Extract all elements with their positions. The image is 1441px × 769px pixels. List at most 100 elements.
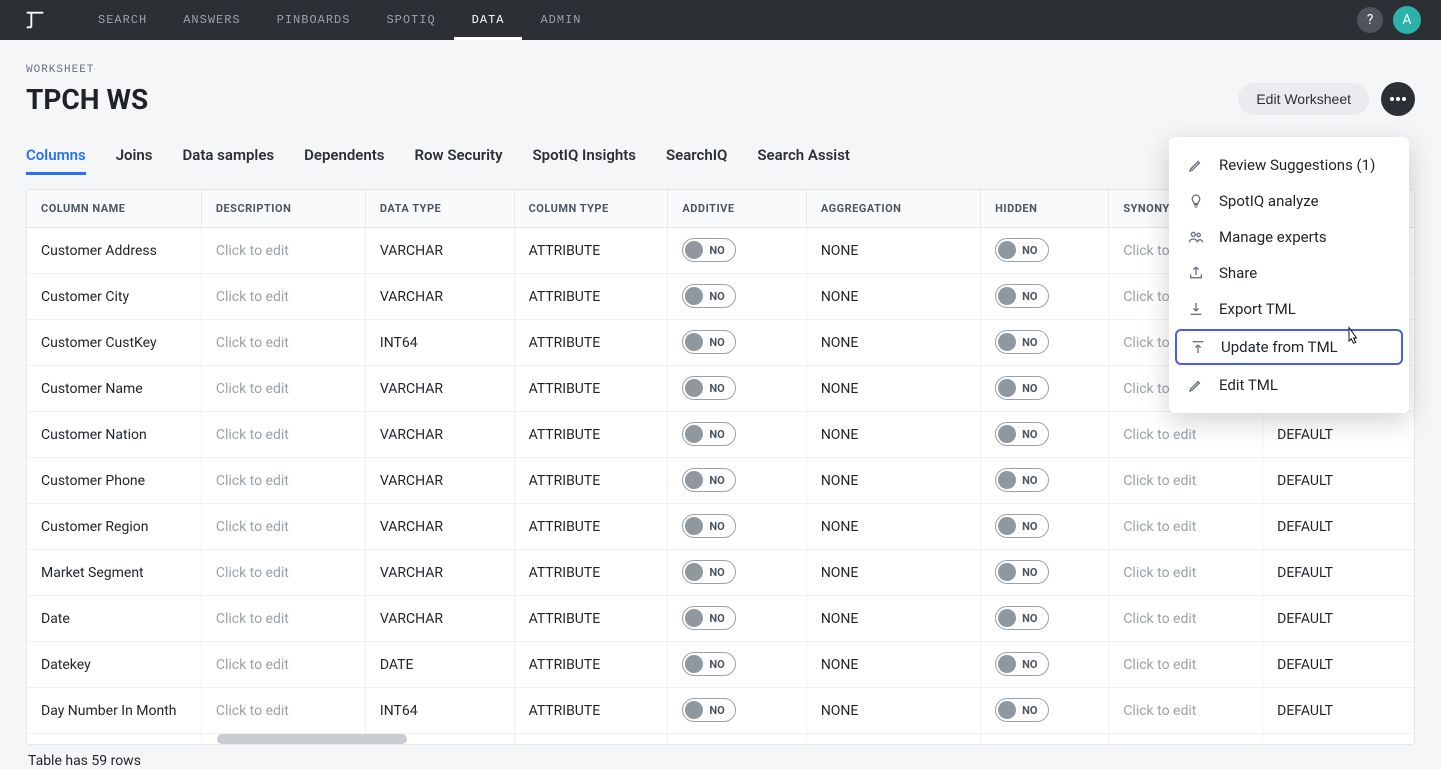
cell[interactable]: NO: [668, 412, 806, 458]
cell[interactable]: VARCHAR: [365, 366, 514, 412]
nav-item-search[interactable]: SEARCH: [80, 0, 165, 40]
cell[interactable]: NO: [668, 596, 806, 642]
cell[interactable]: DEFAULT: [1263, 504, 1415, 550]
nav-item-answers[interactable]: ANSWERS: [165, 0, 258, 40]
editable-cell[interactable]: Click to edit: [1109, 642, 1263, 688]
cell[interactable]: Customer Address: [27, 228, 201, 274]
cell[interactable]: VARCHAR: [365, 504, 514, 550]
hidden-toggle[interactable]: NO: [995, 514, 1048, 538]
cell[interactable]: NONE: [806, 458, 980, 504]
tab-data-samples[interactable]: Data samples: [183, 138, 275, 175]
cell[interactable]: VARCHAR: [365, 228, 514, 274]
menu-item-review-suggestions-1-[interactable]: Review Suggestions (1): [1169, 147, 1409, 183]
cell[interactable]: Customer Nation: [27, 412, 201, 458]
cell[interactable]: DEFAULT: [1263, 734, 1415, 746]
editable-cell[interactable]: Click to edit: [1109, 734, 1263, 746]
cell[interactable]: Day Number In Month: [27, 688, 201, 734]
editable-cell[interactable]: Click to edit: [1109, 504, 1263, 550]
nav-item-spotiq[interactable]: SPOTIQ: [368, 0, 453, 40]
hidden-toggle[interactable]: NO: [995, 744, 1048, 745]
additive-toggle[interactable]: NO: [682, 744, 735, 745]
cell[interactable]: NO: [668, 228, 806, 274]
cell[interactable]: NO: [668, 274, 806, 320]
menu-item-share[interactable]: Share: [1169, 255, 1409, 291]
additive-toggle[interactable]: NO: [682, 698, 735, 722]
cell[interactable]: NONE: [806, 504, 980, 550]
editable-cell[interactable]: Click to edit: [201, 366, 365, 412]
cell[interactable]: Customer City: [27, 274, 201, 320]
cell[interactable]: DEFAULT: [1263, 458, 1415, 504]
column-header[interactable]: HIDDEN: [981, 190, 1109, 228]
cell[interactable]: NONE: [806, 642, 980, 688]
more-actions-button[interactable]: [1381, 82, 1415, 116]
menu-item-spotiq-analyze[interactable]: SpotIQ analyze: [1169, 183, 1409, 219]
cell[interactable]: Customer Region: [27, 504, 201, 550]
cell[interactable]: NO: [668, 458, 806, 504]
column-header[interactable]: AGGREGATION: [806, 190, 980, 228]
horizontal-scrollbar[interactable]: [217, 734, 407, 744]
cell[interactable]: NONE: [806, 734, 980, 746]
cell[interactable]: DATE: [365, 642, 514, 688]
additive-toggle[interactable]: NO: [682, 284, 735, 308]
cell[interactable]: NO: [981, 274, 1109, 320]
edit-worksheet-button[interactable]: Edit Worksheet: [1238, 83, 1369, 115]
hidden-toggle[interactable]: NO: [995, 238, 1048, 262]
tab-dependents[interactable]: Dependents: [304, 138, 384, 175]
cell[interactable]: NO: [981, 642, 1109, 688]
cell[interactable]: NONE: [806, 412, 980, 458]
additive-toggle[interactable]: NO: [682, 514, 735, 538]
cell[interactable]: VARCHAR: [365, 458, 514, 504]
editable-cell[interactable]: Click to edit: [201, 274, 365, 320]
editable-cell[interactable]: Click to edit: [201, 642, 365, 688]
app-logo[interactable]: [20, 5, 50, 35]
editable-cell[interactable]: Click to edit: [1109, 458, 1263, 504]
cell[interactable]: Customer Phone: [27, 458, 201, 504]
cell[interactable]: NO: [981, 320, 1109, 366]
cell[interactable]: NO: [981, 504, 1109, 550]
cell[interactable]: NONE: [806, 274, 980, 320]
tab-search-assist[interactable]: Search Assist: [757, 138, 850, 175]
cell[interactable]: ATTRIBUTE: [514, 504, 668, 550]
hidden-toggle[interactable]: NO: [995, 376, 1048, 400]
additive-toggle[interactable]: NO: [682, 238, 735, 262]
column-header[interactable]: ADDITIVE: [668, 190, 806, 228]
tab-columns[interactable]: Columns: [26, 138, 86, 175]
avatar[interactable]: A: [1393, 6, 1421, 34]
cell[interactable]: ATTRIBUTE: [514, 274, 668, 320]
cell[interactable]: NO: [668, 642, 806, 688]
cell[interactable]: DEFAULT: [1263, 642, 1415, 688]
menu-item-manage-experts[interactable]: Manage experts: [1169, 219, 1409, 255]
editable-cell[interactable]: Click to edit: [201, 596, 365, 642]
cell[interactable]: NONE: [806, 320, 980, 366]
cell[interactable]: INT64: [365, 688, 514, 734]
cell[interactable]: VARCHAR: [365, 274, 514, 320]
additive-toggle[interactable]: NO: [682, 330, 735, 354]
editable-cell[interactable]: Click to edit: [201, 412, 365, 458]
hidden-toggle[interactable]: NO: [995, 284, 1048, 308]
cell[interactable]: Customer Name: [27, 366, 201, 412]
cell[interactable]: NO: [668, 366, 806, 412]
cell[interactable]: ATTRIBUTE: [514, 228, 668, 274]
cell[interactable]: NO: [981, 688, 1109, 734]
hidden-toggle[interactable]: NO: [995, 468, 1048, 492]
cell[interactable]: ATTRIBUTE: [514, 458, 668, 504]
menu-item-edit-tml[interactable]: Edit TML: [1169, 367, 1409, 403]
additive-toggle[interactable]: NO: [682, 376, 735, 400]
editable-cell[interactable]: Click to edit: [1109, 596, 1263, 642]
editable-cell[interactable]: Click to edit: [201, 458, 365, 504]
hidden-toggle[interactable]: NO: [995, 560, 1048, 584]
cell[interactable]: Datekey: [27, 642, 201, 688]
nav-item-pinboards[interactable]: PINBOARDS: [259, 0, 369, 40]
cell[interactable]: VARCHAR: [365, 596, 514, 642]
nav-item-data[interactable]: DATA: [454, 0, 523, 40]
hidden-toggle[interactable]: NO: [995, 422, 1048, 446]
editable-cell[interactable]: Click to edit: [201, 504, 365, 550]
cell[interactable]: ATTRIBUTE: [514, 550, 668, 596]
menu-item-export-tml[interactable]: Export TML: [1169, 291, 1409, 327]
cell[interactable]: DEFAULT: [1263, 412, 1415, 458]
cell[interactable]: ATTRIBUTE: [514, 320, 668, 366]
hidden-toggle[interactable]: NO: [995, 330, 1048, 354]
cell[interactable]: ATTRIBUTE: [514, 642, 668, 688]
tab-joins[interactable]: Joins: [116, 138, 153, 175]
cell[interactable]: NO: [668, 504, 806, 550]
